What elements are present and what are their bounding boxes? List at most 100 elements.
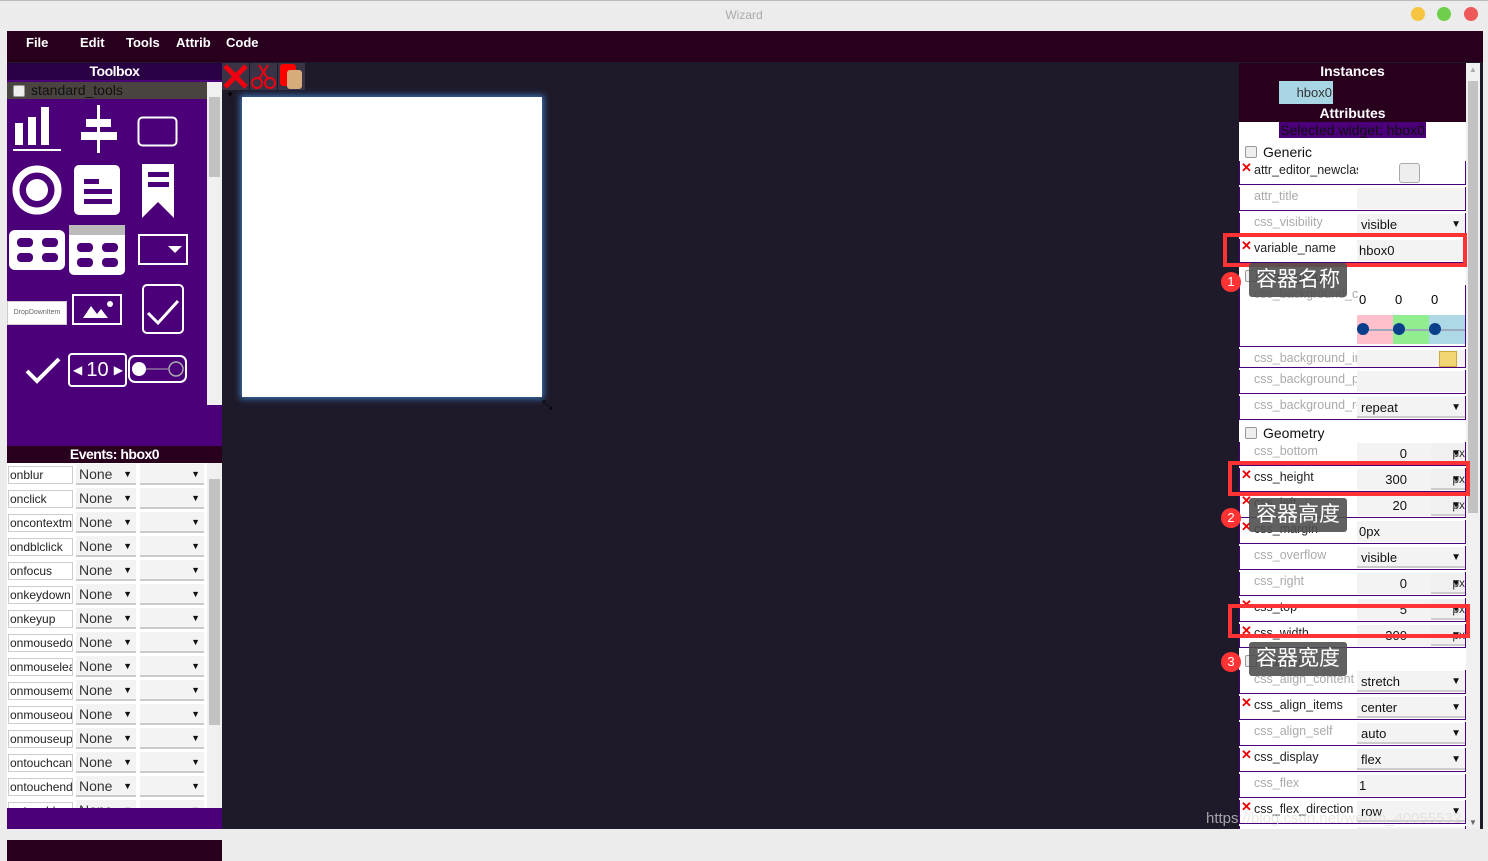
event-listener-select[interactable]: None ▼ [76, 512, 136, 533]
unit-select[interactable]: px ▼ [1431, 573, 1465, 594]
attr-text-input[interactable] [1357, 371, 1465, 392]
event-method-select[interactable]: ▼ [140, 536, 204, 557]
attr-text-input[interactable] [1357, 188, 1465, 209]
menu-edit[interactable]: Edit [80, 35, 105, 50]
attr-checkbox[interactable] [1399, 163, 1420, 183]
event-listener-select[interactable]: None ▼ [76, 728, 136, 749]
delete-button[interactable] [222, 63, 249, 90]
file-input[interactable] [1357, 350, 1465, 367]
menu-tools[interactable]: Tools [126, 35, 160, 50]
paste-button[interactable] [278, 63, 305, 90]
toolbox-scrollbar[interactable] [207, 82, 222, 405]
label-icon[interactable] [74, 165, 124, 217]
attr-text-input[interactable]: 0px [1357, 521, 1465, 542]
attr-text-input[interactable]: 1 [1357, 775, 1465, 796]
event-method-select[interactable]: ▼ [140, 584, 204, 605]
event-method-select[interactable]: ▼ [140, 488, 204, 509]
unit-select[interactable]: px ▼ [1431, 495, 1465, 516]
attr-number-input[interactable]: 0 px ▼ [1357, 573, 1465, 594]
grid-icon[interactable] [9, 230, 67, 274]
rgb-slider[interactable] [1357, 315, 1393, 344]
bookmark-icon[interactable] [140, 162, 176, 220]
event-method-select[interactable]: ▼ [140, 632, 204, 653]
event-method-select[interactable]: ▼ [140, 776, 204, 797]
cut-button[interactable] [250, 63, 277, 90]
maximize-button[interactable] [1437, 7, 1451, 21]
bar-chart-icon[interactable] [13, 107, 65, 153]
collapse-icon[interactable] [1245, 146, 1257, 158]
attr-select[interactable]: visible ▼ [1357, 214, 1465, 235]
attr-number-input[interactable]: 20 px ▼ [1357, 495, 1465, 516]
folder-icon[interactable] [1439, 351, 1457, 367]
attr-select[interactable]: stretch ▼ [1357, 671, 1465, 692]
select-value: center [1361, 700, 1398, 715]
minimize-button[interactable] [1411, 7, 1425, 21]
resize-handle-icon[interactable]: ⤡ [542, 397, 552, 413]
menu-code[interactable]: Code [226, 35, 259, 50]
rgb-value: 0 [1359, 292, 1367, 307]
attr-select[interactable]: flex-direction▼ [1357, 827, 1465, 829]
checkbox-icon[interactable] [141, 283, 187, 337]
event-method-select[interactable]: ▼ [140, 680, 204, 701]
event-listener-select[interactable]: None ▼ [76, 536, 136, 557]
section-geometry[interactable]: Geometry [1239, 424, 1466, 442]
event-method-select[interactable]: ▼ [140, 512, 204, 533]
attr-select[interactable]: center ▼ [1357, 697, 1465, 718]
rgb-slider[interactable] [1393, 315, 1429, 344]
event-listener-select[interactable]: None ▼ [76, 608, 136, 629]
toolbar-dropdown-icon[interactable]: ▼ [226, 90, 234, 99]
chevron-down-icon: ▼ [191, 637, 200, 647]
standard-tools-group[interactable]: standard_tools [7, 82, 207, 99]
splitter-icon[interactable] [79, 105, 119, 155]
container-icon[interactable] [137, 116, 179, 148]
number-value: 0 [1399, 446, 1407, 461]
remove-attribute-icon[interactable]: ✕ [1241, 160, 1252, 176]
event-method-select[interactable]: ▼ [140, 560, 204, 581]
event-listener-select[interactable]: None ▼ [76, 584, 136, 605]
attributes-scrollbar[interactable]: ▲ ▼ [1466, 63, 1480, 829]
dropdown-item-icon[interactable]: DropDownItem [7, 301, 67, 325]
event-listener-select[interactable]: None ▼ [76, 800, 136, 808]
event-listener-select[interactable]: None ▼ [76, 656, 136, 677]
event-method-select[interactable]: ▼ [140, 464, 204, 485]
radio-icon[interactable] [12, 165, 64, 217]
spinbox-icon[interactable]: ◀ 10 ▶ [68, 353, 127, 387]
event-listener-select[interactable]: None ▼ [76, 752, 136, 773]
event-method-select[interactable]: ▼ [140, 752, 204, 773]
event-listener-select[interactable]: None ▼ [76, 488, 136, 509]
rgb-slider[interactable] [1429, 315, 1465, 344]
slider-icon[interactable] [128, 354, 188, 386]
editor-canvas[interactable]: ▼ ⤡ [222, 63, 1238, 829]
attr-select[interactable]: visible ▼ [1357, 547, 1465, 568]
collapse-icon[interactable] [1245, 427, 1257, 439]
events-scrollbar[interactable] [207, 463, 222, 808]
event-method-select[interactable]: ▼ [140, 608, 204, 629]
remove-attribute-icon[interactable]: ✕ [1241, 695, 1252, 711]
instance-hbox0[interactable]: hbox0 [1279, 81, 1333, 104]
event-listener-select[interactable]: None ▼ [76, 464, 136, 485]
remove-attribute-icon[interactable]: ✕ [1241, 747, 1252, 763]
hbox0-widget[interactable] [242, 97, 542, 397]
event-method-select[interactable]: ▼ [140, 728, 204, 749]
event-method-select[interactable]: ▼ [140, 800, 204, 808]
menu-attrib[interactable]: Attrib [176, 35, 211, 50]
event-listener-select[interactable]: None ▼ [76, 704, 136, 725]
check-icon[interactable] [25, 355, 63, 387]
menu-file[interactable]: File [26, 35, 48, 50]
table-icon[interactable] [69, 225, 127, 277]
event-listener-select[interactable]: None ▼ [76, 560, 136, 581]
dropdown-icon[interactable] [138, 234, 190, 266]
close-button[interactable] [1464, 7, 1478, 21]
event-method-select[interactable]: ▼ [140, 704, 204, 725]
event-listener-select[interactable]: None ▼ [76, 776, 136, 797]
attr-select[interactable]: auto ▼ [1357, 723, 1465, 744]
color-picker[interactable]: 0 0 0 [1357, 285, 1465, 345]
event-method-select[interactable]: ▼ [140, 656, 204, 677]
collapse-icon[interactable] [13, 85, 25, 97]
image-icon[interactable] [72, 294, 124, 328]
attr-select[interactable]: flex ▼ [1357, 749, 1465, 770]
event-listener-select[interactable]: None ▼ [76, 632, 136, 653]
event-listener-select[interactable]: None ▼ [76, 680, 136, 701]
section-generic[interactable]: Generic [1239, 143, 1466, 161]
attr-select[interactable]: repeat ▼ [1357, 397, 1465, 418]
